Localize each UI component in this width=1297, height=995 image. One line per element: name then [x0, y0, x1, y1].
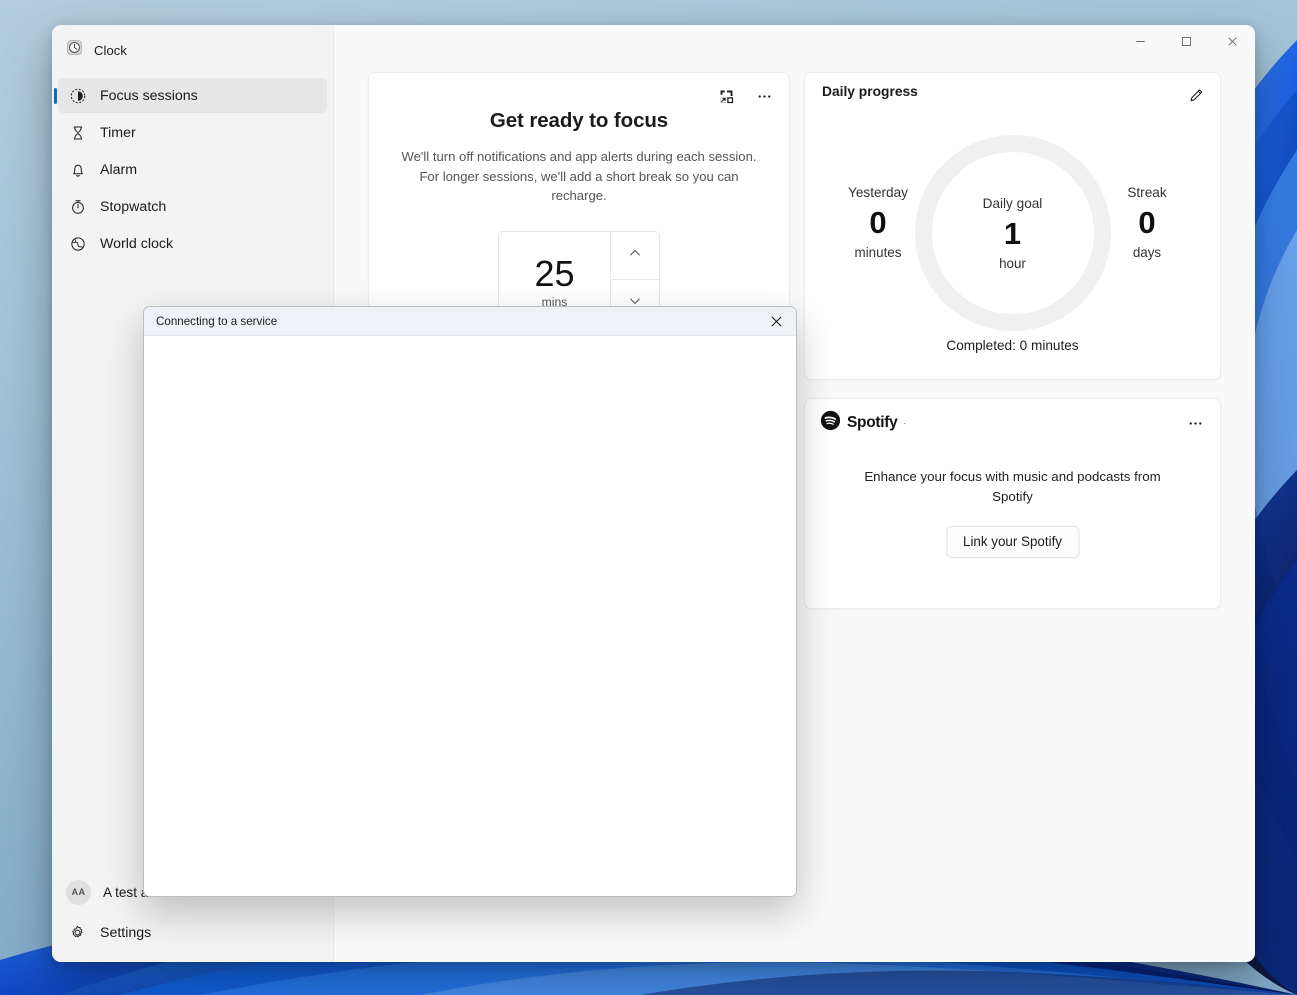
close-icon[interactable]	[760, 308, 792, 334]
sidebar-item-label: Focus sessions	[100, 87, 198, 104]
spotify-brand: Spotify ·	[820, 410, 906, 436]
more-options-icon[interactable]	[749, 82, 779, 110]
sidebar-item-settings[interactable]: Settings	[58, 914, 327, 952]
focus-card-actions	[711, 82, 779, 110]
spotify-card: Spotify · Enhance your focus with music …	[804, 398, 1221, 609]
daily-goal-ring: Daily goal 1 hour	[914, 135, 1111, 331]
globe-icon	[69, 235, 87, 253]
nav-list: Focus sessions Timer Alarm Stopwatch Wor…	[52, 76, 333, 263]
gear-icon	[69, 924, 87, 942]
more-options-icon[interactable]	[1180, 409, 1210, 437]
dialog-body	[144, 336, 796, 896]
avatar: AA	[66, 879, 91, 905]
daily-goal-label: Daily goal	[982, 195, 1043, 211]
window-controls	[1117, 25, 1255, 58]
spotify-description: Enhance your focus with music and podcas…	[864, 469, 1161, 504]
dialog-titlebar: Connecting to a service	[144, 307, 796, 336]
stat-streak: Streak 0 days	[1087, 185, 1207, 260]
stat-streak-unit: days	[1132, 245, 1162, 260]
stat-streak-label: Streak	[1127, 185, 1167, 200]
pencil-edit-icon[interactable]	[1181, 81, 1211, 109]
maximize-button[interactable]	[1163, 25, 1209, 58]
stat-streak-value: 0	[1138, 205, 1156, 240]
session-minutes-value: 25	[534, 252, 575, 294]
stat-yesterday-unit: minutes	[854, 245, 902, 260]
sidebar-item-timer[interactable]: Timer	[58, 115, 327, 150]
settings-label: Settings	[100, 925, 152, 941]
right-column: Daily progress Yesterday 0 minutes Daily…	[804, 72, 1221, 962]
stopwatch-icon	[69, 198, 87, 216]
compact-overlay-icon[interactable]	[711, 82, 741, 110]
minimize-button[interactable]	[1117, 25, 1163, 58]
focus-sessions-icon	[69, 87, 87, 105]
dialog-title: Connecting to a service	[156, 314, 278, 328]
sidebar-item-label: Stopwatch	[100, 198, 167, 215]
sidebar-item-label: Timer	[100, 124, 136, 141]
progress-card-title: Daily progress	[822, 84, 918, 99]
app-title: Clock	[94, 42, 128, 58]
spotify-logo-icon	[820, 410, 841, 436]
stat-yesterday-value: 0	[869, 205, 887, 240]
daily-goal-unit: hour	[999, 255, 1026, 271]
spotify-wordmark: Spotify	[847, 414, 898, 431]
sidebar-item-world-clock[interactable]: World clock	[58, 226, 327, 261]
stepper-increase-button[interactable]	[611, 232, 659, 280]
timer-hourglass-icon	[69, 124, 87, 142]
link-spotify-button[interactable]: Link your Spotify	[946, 526, 1079, 558]
sidebar-item-label: World clock	[100, 235, 174, 252]
focus-heading: Get ready to focus	[489, 109, 669, 132]
spotify-registered-mark: ·	[903, 418, 907, 428]
daily-progress-card: Daily progress Yesterday 0 minutes Daily…	[804, 72, 1221, 380]
stat-yesterday-label: Yesterday	[848, 185, 908, 200]
daily-goal-center: Daily goal 1 hour	[915, 135, 1111, 331]
focus-description: We'll turn off notifications and app ale…	[401, 149, 757, 203]
sidebar-item-focus-sessions[interactable]: Focus sessions	[58, 78, 327, 113]
sidebar-item-label: Alarm	[100, 161, 138, 178]
close-button[interactable]	[1209, 25, 1255, 58]
completed-minutes-text: Completed: 0 minutes	[946, 338, 1079, 353]
connecting-to-service-dialog: Connecting to a service	[143, 306, 797, 897]
sidebar-item-alarm[interactable]: Alarm	[58, 152, 327, 187]
sidebar-item-stopwatch[interactable]: Stopwatch	[58, 189, 327, 224]
alarm-bell-icon	[69, 161, 87, 179]
clock-icon	[66, 39, 83, 61]
chevron-up-icon	[627, 245, 643, 266]
app-title-row: Clock	[52, 29, 333, 71]
daily-goal-value: 1	[1003, 215, 1022, 251]
